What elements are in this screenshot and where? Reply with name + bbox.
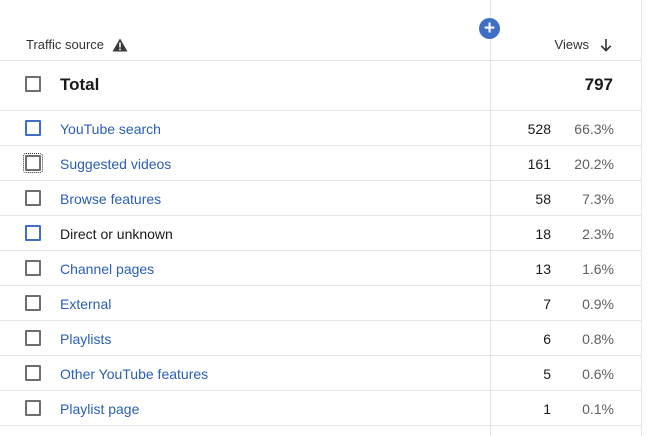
table-row: Channel pages 13 1.6% [0, 251, 641, 286]
views-percentage: 66.3% [574, 121, 614, 137]
views-value: 161 [527, 156, 551, 172]
views-percentage: 0.1% [582, 401, 614, 417]
row-checkbox[interactable] [25, 330, 41, 346]
views-value: 1 [543, 401, 551, 417]
warning-icon[interactable] [112, 38, 128, 52]
row-checkbox[interactable] [25, 225, 41, 241]
total-row: Total 797 [0, 60, 641, 111]
views-value: 58 [535, 191, 551, 207]
row-checkbox[interactable] [23, 153, 43, 173]
table-row: Suggested videos 161 20.2% [0, 146, 641, 181]
table-row: Direct or unknown 18 2.3% [0, 216, 641, 251]
table-row: Playlists 6 0.8% [0, 321, 641, 356]
views-percentage: 0.6% [582, 366, 614, 382]
views-percentage: 1.6% [582, 261, 614, 277]
views-value: 13 [535, 261, 551, 277]
traffic-source-name[interactable]: Browse features [60, 191, 161, 207]
traffic-source-name[interactable]: External [60, 296, 111, 312]
table-row: Other YouTube features 5 0.6% [0, 356, 641, 391]
views-value: 5 [543, 366, 551, 382]
traffic-source-name[interactable]: Other YouTube features [60, 366, 208, 382]
views-percentage: 0.9% [582, 296, 614, 312]
views-percentage: 20.2% [574, 156, 614, 172]
row-checkbox[interactable] [25, 260, 41, 276]
traffic-source-name[interactable]: Playlist page [60, 401, 139, 417]
views-column-header[interactable]: Views [555, 37, 613, 52]
arrow-down-icon [600, 38, 612, 52]
table-row: Browse features 58 7.3% [0, 181, 641, 216]
views-header-label: Views [554, 37, 589, 52]
table-row: External 7 0.9% [0, 286, 641, 321]
views-percentage: 7.3% [582, 191, 614, 207]
row-checkbox[interactable] [25, 400, 41, 416]
table-row: YouTube search 528 66.3% [0, 111, 641, 146]
total-value: 797 [584, 75, 613, 94]
views-value: 7 [543, 296, 551, 312]
table-row: Playlist page 1 0.1% [0, 391, 641, 426]
table-right-border [641, 0, 642, 436]
traffic-source-header-label: Traffic source [26, 37, 105, 52]
row-checkbox[interactable] [25, 365, 41, 381]
views-percentage: 0.8% [582, 331, 614, 347]
add-metric-button[interactable]: + [479, 18, 500, 39]
traffic-source-name[interactable]: Playlists [60, 331, 111, 347]
traffic-source-name[interactable]: YouTube search [60, 121, 161, 137]
views-value: 528 [527, 121, 551, 137]
total-checkbox[interactable] [25, 76, 41, 92]
traffic-source-name[interactable]: Suggested videos [60, 156, 171, 172]
row-checkbox[interactable] [25, 295, 41, 311]
total-label: Total [60, 75, 100, 94]
table-header: Traffic source Views [0, 0, 641, 61]
row-checkbox[interactable] [25, 190, 41, 206]
views-value: 18 [535, 226, 551, 242]
row-checkbox[interactable] [25, 120, 41, 136]
views-value: 6 [543, 331, 551, 347]
plus-icon: + [483, 18, 496, 39]
traffic-source-name[interactable]: Channel pages [60, 261, 154, 277]
traffic-source-header[interactable]: Traffic source [26, 37, 128, 52]
views-percentage: 2.3% [582, 226, 614, 242]
traffic-source-name: Direct or unknown [60, 226, 173, 242]
